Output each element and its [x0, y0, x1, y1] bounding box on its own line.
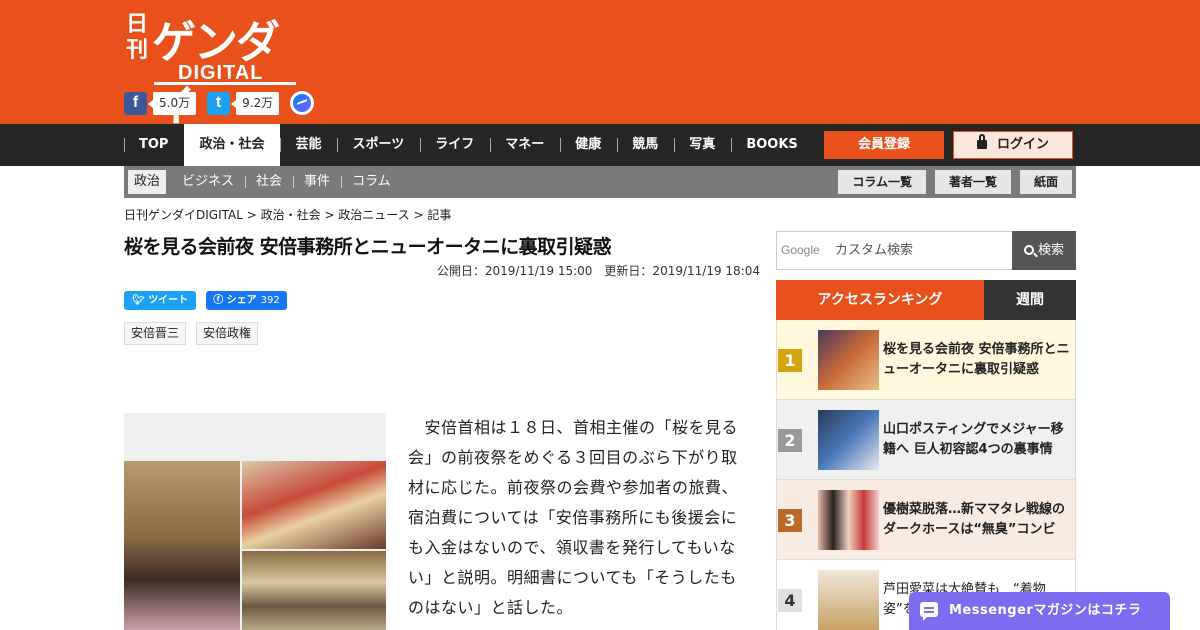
nav-keiba[interactable]: 競馬 [617, 124, 674, 166]
twitter-bird-icon: 🐦︎ [132, 295, 149, 306]
ranking-thumbnail [818, 570, 879, 630]
site-logo[interactable]: 日刊 ゲンダイ DIGITAL [126, 10, 306, 132]
share-buttons: 🐦︎ ツイート ⓕ シェア 392 [124, 291, 287, 310]
search-button-label: 検索 [1037, 243, 1064, 258]
ranking-item[interactable]: 3 優樹菜脱落…新ママタレ戦線のダークホースは“無臭”コンビ [777, 480, 1075, 560]
tweet-button[interactable]: 🐦︎ ツイート [124, 291, 197, 310]
messenger-icon[interactable] [290, 91, 315, 115]
nav-entertainment[interactable]: 芸能 [280, 124, 337, 166]
article-title: 桜を見る会前夜 安倍事務所とニューオータニに裏取引疑惑 [124, 236, 612, 258]
article-body: 安倍首相は１８日、首相主催の「桜を見る会」の前夜祭をめぐる３回目のぶら下がり取材… [408, 418, 739, 617]
subnav-politics[interactable]: 政治 [128, 170, 167, 194]
facebook-icon[interactable]: f [124, 91, 147, 115]
lock-icon [976, 134, 987, 149]
nav-life[interactable]: ライフ [420, 124, 490, 166]
ranking-list: 1 桜を見る会前夜 安倍事務所とニューオータニに裏取引疑惑 2 山口ポスティング… [776, 320, 1076, 630]
subnav-business[interactable]: ビジネス [171, 170, 245, 194]
tweet-label: ツイート [148, 295, 189, 306]
paper-button[interactable]: 紙面 [1019, 170, 1072, 194]
author-list-button[interactable]: 著者一覧 [934, 170, 1011, 194]
search-icon [1023, 245, 1034, 255]
nav-books[interactable]: BOOKS [731, 124, 813, 166]
nav-health[interactable]: 健康 [560, 124, 617, 166]
ranking-title: 桜を見る会前夜 安倍事務所とニューオータニに裏取引疑惑 [883, 342, 1070, 377]
photo-banquet-hall [242, 551, 386, 630]
twitter-icon[interactable]: t [207, 91, 231, 115]
ranking-tabs: アクセスランキング 週間 [776, 280, 1076, 320]
messenger-magazine-banner[interactable]: Messengerマガジンはコチラ [909, 592, 1170, 630]
ranking-item[interactable]: 1 桜を見る会前夜 安倍事務所とニューオータニに裏取引疑惑 [777, 320, 1075, 400]
article-tags: 安倍晋三 安倍政権 [124, 322, 268, 345]
rank-number: 3 [778, 509, 802, 532]
ranking-thumbnail [818, 410, 879, 470]
login-label: ログイン [996, 137, 1049, 152]
subnav-society[interactable]: 社会 [245, 170, 293, 194]
rank-number: 1 [778, 349, 802, 372]
share-label: シェア [226, 295, 257, 306]
messenger-banner-label: Messengerマガジンはコチラ [949, 603, 1142, 618]
facebook-share-icon: ⓕ [213, 295, 227, 306]
nav-top[interactable]: TOP [124, 124, 184, 166]
ranking-title: 優樹菜脱落…新ママタレ戦線のダークホースは“無臭”コンビ [883, 502, 1066, 537]
facebook-count: 5.0万 [147, 91, 197, 115]
search-button[interactable]: 検索 [1012, 231, 1076, 270]
tag-abe-shinzo[interactable]: 安倍晋三 [124, 322, 187, 345]
share-count: 392 [260, 295, 280, 306]
site-header: 日刊 ゲンダイ DIGITAL f 5.0万 t 9.2万 [0, 0, 1200, 132]
nav-photo[interactable]: 写真 [674, 124, 731, 166]
logo-nikkan: 日刊 [126, 12, 149, 63]
breadcrumb[interactable]: 日刊ゲンダイDIGITAL > 政治・社会 > 政治ニュース > 記事 [124, 206, 451, 223]
nav-sports[interactable]: スポーツ [337, 124, 420, 166]
register-button[interactable]: 会員登録 [824, 131, 944, 159]
ranking-thumbnail [818, 490, 879, 550]
article-dates: 公開日：2019/11/19 15:00 更新日：2019/11/19 18:0… [436, 264, 760, 278]
twitter-count: 9.2万 [231, 91, 280, 115]
ranking-item[interactable]: 2 山口ポスティングでメジャー移籍へ 巨人初容認4つの裏事情 [777, 400, 1075, 480]
article-photo[interactable] [124, 413, 386, 630]
ranking-thumbnail [818, 330, 879, 390]
subnav-column[interactable]: コラム [341, 170, 402, 194]
google-label: Google [781, 243, 820, 257]
rank-number: 2 [778, 429, 802, 452]
search-box: Google 検索 [776, 231, 1076, 270]
subnav-incident[interactable]: 事件 [293, 170, 341, 194]
tag-abe-government[interactable]: 安倍政権 [196, 322, 259, 345]
photo-performance [242, 461, 386, 549]
photo-speech [124, 461, 240, 630]
social-follow-bar: f 5.0万 t 9.2万 [124, 91, 315, 115]
chat-bubble-icon [920, 602, 938, 621]
logo-underline [154, 82, 296, 85]
sub-nav: 政治 ビジネス 社会 事件 コラム コラム一覧 著者一覧 紙面 [124, 166, 1076, 198]
facebook-share-button[interactable]: ⓕ シェア 392 [206, 291, 287, 310]
login-button[interactable]: ログイン [953, 131, 1073, 159]
ranking-title: 山口ポスティングでメジャー移籍へ 巨人初容認4つの裏事情 [883, 422, 1064, 457]
column-list-button[interactable]: コラム一覧 [838, 170, 926, 194]
nav-politics-society[interactable]: 政治・社会 [184, 124, 281, 166]
nav-money[interactable]: マネー [490, 124, 560, 166]
rank-number: 4 [778, 589, 802, 612]
tab-weekly[interactable]: 週間 [984, 280, 1076, 320]
tab-access-ranking[interactable]: アクセスランキング [776, 280, 984, 320]
